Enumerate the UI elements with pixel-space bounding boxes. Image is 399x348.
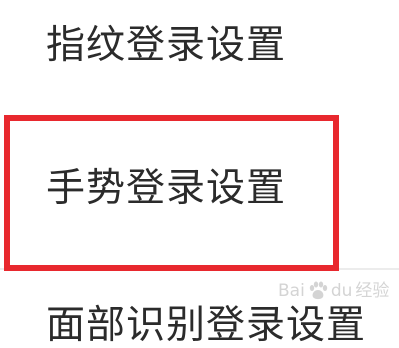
menu-item-label: 指纹登录设置	[46, 23, 287, 68]
watermark: Bai du 经验	[278, 276, 389, 306]
paw-icon	[309, 281, 328, 300]
menu-item-fingerprint-login[interactable]: 指纹登录设置	[0, 0, 399, 102]
divider	[0, 268, 399, 270]
menu-item-label: 手势登录设置	[46, 166, 287, 211]
watermark-text: du	[330, 281, 353, 301]
watermark-text: 经验	[355, 281, 390, 301]
watermark-text: Bai	[278, 281, 305, 301]
menu-item-gesture-login[interactable]: 手势登录设置	[0, 112, 399, 267]
menu-item-label: 面部识别登录设置	[46, 303, 367, 348]
